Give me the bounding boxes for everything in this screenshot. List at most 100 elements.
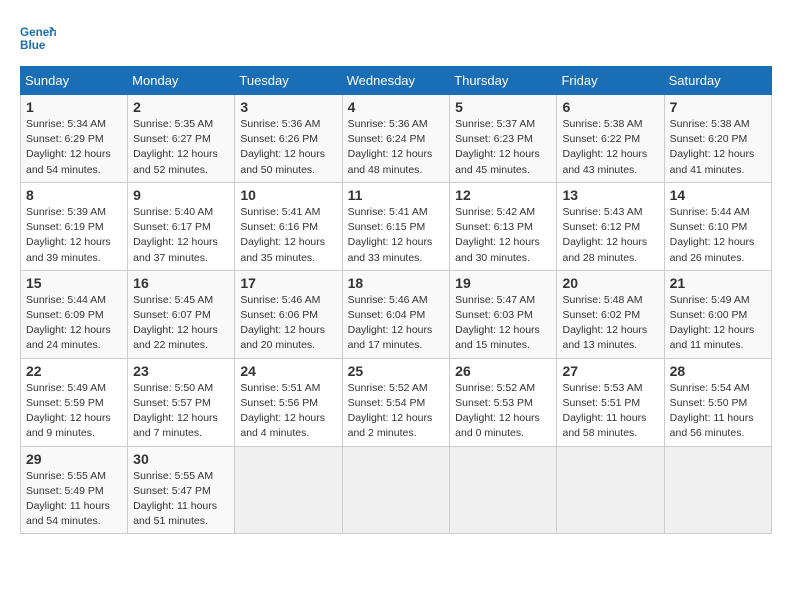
day-number: 6	[562, 99, 658, 115]
calendar-day-cell: 7 Sunrise: 5:38 AMSunset: 6:20 PMDayligh…	[664, 95, 771, 183]
day-info: Sunrise: 5:46 AMSunset: 6:04 PMDaylight:…	[348, 294, 433, 352]
day-number: 28	[670, 363, 766, 379]
day-info: Sunrise: 5:44 AMSunset: 6:09 PMDaylight:…	[26, 294, 111, 352]
calendar-day-cell: 5 Sunrise: 5:37 AMSunset: 6:23 PMDayligh…	[450, 95, 557, 183]
day-info: Sunrise: 5:44 AMSunset: 6:10 PMDaylight:…	[670, 206, 755, 264]
day-number: 15	[26, 275, 122, 291]
day-number: 11	[348, 187, 445, 203]
calendar-day-cell	[664, 446, 771, 534]
day-info: Sunrise: 5:38 AMSunset: 6:22 PMDaylight:…	[562, 118, 647, 176]
day-number: 17	[240, 275, 336, 291]
day-info: Sunrise: 5:39 AMSunset: 6:19 PMDaylight:…	[26, 206, 111, 264]
day-number: 18	[348, 275, 445, 291]
weekday-header: Thursday	[450, 67, 557, 95]
calendar-table: SundayMondayTuesdayWednesdayThursdayFrid…	[20, 66, 772, 534]
day-info: Sunrise: 5:48 AMSunset: 6:02 PMDaylight:…	[562, 294, 647, 352]
calendar-body: 1 Sunrise: 5:34 AMSunset: 6:29 PMDayligh…	[21, 95, 772, 534]
calendar-week-row: 8 Sunrise: 5:39 AMSunset: 6:19 PMDayligh…	[21, 182, 772, 270]
day-number: 24	[240, 363, 336, 379]
day-info: Sunrise: 5:45 AMSunset: 6:07 PMDaylight:…	[133, 294, 218, 352]
calendar-day-cell: 2 Sunrise: 5:35 AMSunset: 6:27 PMDayligh…	[128, 95, 235, 183]
day-info: Sunrise: 5:49 AMSunset: 5:59 PMDaylight:…	[26, 382, 111, 440]
day-info: Sunrise: 5:36 AMSunset: 6:24 PMDaylight:…	[348, 118, 433, 176]
day-number: 16	[133, 275, 229, 291]
calendar-day-cell: 25 Sunrise: 5:52 AMSunset: 5:54 PMDaylig…	[342, 358, 450, 446]
day-info: Sunrise: 5:54 AMSunset: 5:50 PMDaylight:…	[670, 382, 754, 440]
day-number: 21	[670, 275, 766, 291]
calendar-day-cell: 17 Sunrise: 5:46 AMSunset: 6:06 PMDaylig…	[235, 270, 342, 358]
day-info: Sunrise: 5:52 AMSunset: 5:54 PMDaylight:…	[348, 382, 433, 440]
calendar-day-cell: 1 Sunrise: 5:34 AMSunset: 6:29 PMDayligh…	[21, 95, 128, 183]
calendar-day-cell	[235, 446, 342, 534]
day-number: 30	[133, 451, 229, 467]
calendar-day-cell: 15 Sunrise: 5:44 AMSunset: 6:09 PMDaylig…	[21, 270, 128, 358]
weekday-header: Tuesday	[235, 67, 342, 95]
calendar-day-cell: 9 Sunrise: 5:40 AMSunset: 6:17 PMDayligh…	[128, 182, 235, 270]
calendar-week-row: 15 Sunrise: 5:44 AMSunset: 6:09 PMDaylig…	[21, 270, 772, 358]
day-number: 10	[240, 187, 336, 203]
calendar-day-cell: 26 Sunrise: 5:52 AMSunset: 5:53 PMDaylig…	[450, 358, 557, 446]
day-info: Sunrise: 5:35 AMSunset: 6:27 PMDaylight:…	[133, 118, 218, 176]
page-header: General Blue	[20, 20, 772, 56]
day-number: 25	[348, 363, 445, 379]
day-info: Sunrise: 5:38 AMSunset: 6:20 PMDaylight:…	[670, 118, 755, 176]
calendar-day-cell: 18 Sunrise: 5:46 AMSunset: 6:04 PMDaylig…	[342, 270, 450, 358]
day-info: Sunrise: 5:46 AMSunset: 6:06 PMDaylight:…	[240, 294, 325, 352]
calendar-day-cell: 22 Sunrise: 5:49 AMSunset: 5:59 PMDaylig…	[21, 358, 128, 446]
calendar-header-row: SundayMondayTuesdayWednesdayThursdayFrid…	[21, 67, 772, 95]
day-number: 2	[133, 99, 229, 115]
calendar-week-row: 22 Sunrise: 5:49 AMSunset: 5:59 PMDaylig…	[21, 358, 772, 446]
day-number: 26	[455, 363, 551, 379]
day-number: 3	[240, 99, 336, 115]
calendar-day-cell: 8 Sunrise: 5:39 AMSunset: 6:19 PMDayligh…	[21, 182, 128, 270]
day-number: 22	[26, 363, 122, 379]
day-number: 20	[562, 275, 658, 291]
weekday-header: Saturday	[664, 67, 771, 95]
day-number: 14	[670, 187, 766, 203]
calendar-day-cell: 23 Sunrise: 5:50 AMSunset: 5:57 PMDaylig…	[128, 358, 235, 446]
day-info: Sunrise: 5:50 AMSunset: 5:57 PMDaylight:…	[133, 382, 218, 440]
day-number: 8	[26, 187, 122, 203]
calendar-day-cell	[450, 446, 557, 534]
logo-icon: General Blue	[20, 20, 56, 56]
calendar-week-row: 1 Sunrise: 5:34 AMSunset: 6:29 PMDayligh…	[21, 95, 772, 183]
calendar-day-cell: 13 Sunrise: 5:43 AMSunset: 6:12 PMDaylig…	[557, 182, 664, 270]
calendar-day-cell: 19 Sunrise: 5:47 AMSunset: 6:03 PMDaylig…	[450, 270, 557, 358]
calendar-week-row: 29 Sunrise: 5:55 AMSunset: 5:49 PMDaylig…	[21, 446, 772, 534]
day-info: Sunrise: 5:47 AMSunset: 6:03 PMDaylight:…	[455, 294, 540, 352]
calendar-day-cell: 6 Sunrise: 5:38 AMSunset: 6:22 PMDayligh…	[557, 95, 664, 183]
calendar-day-cell: 16 Sunrise: 5:45 AMSunset: 6:07 PMDaylig…	[128, 270, 235, 358]
calendar-day-cell: 11 Sunrise: 5:41 AMSunset: 6:15 PMDaylig…	[342, 182, 450, 270]
calendar-day-cell: 28 Sunrise: 5:54 AMSunset: 5:50 PMDaylig…	[664, 358, 771, 446]
day-number: 4	[348, 99, 445, 115]
day-number: 29	[26, 451, 122, 467]
day-info: Sunrise: 5:55 AMSunset: 5:49 PMDaylight:…	[26, 470, 110, 528]
calendar-day-cell: 14 Sunrise: 5:44 AMSunset: 6:10 PMDaylig…	[664, 182, 771, 270]
logo: General Blue	[20, 20, 56, 56]
calendar-day-cell: 20 Sunrise: 5:48 AMSunset: 6:02 PMDaylig…	[557, 270, 664, 358]
calendar-day-cell: 30 Sunrise: 5:55 AMSunset: 5:47 PMDaylig…	[128, 446, 235, 534]
day-info: Sunrise: 5:52 AMSunset: 5:53 PMDaylight:…	[455, 382, 540, 440]
day-info: Sunrise: 5:49 AMSunset: 6:00 PMDaylight:…	[670, 294, 755, 352]
weekday-header: Wednesday	[342, 67, 450, 95]
weekday-header: Monday	[128, 67, 235, 95]
day-number: 23	[133, 363, 229, 379]
calendar-day-cell: 24 Sunrise: 5:51 AMSunset: 5:56 PMDaylig…	[235, 358, 342, 446]
calendar-day-cell: 3 Sunrise: 5:36 AMSunset: 6:26 PMDayligh…	[235, 95, 342, 183]
calendar-day-cell: 4 Sunrise: 5:36 AMSunset: 6:24 PMDayligh…	[342, 95, 450, 183]
day-number: 19	[455, 275, 551, 291]
day-info: Sunrise: 5:36 AMSunset: 6:26 PMDaylight:…	[240, 118, 325, 176]
day-info: Sunrise: 5:34 AMSunset: 6:29 PMDaylight:…	[26, 118, 111, 176]
day-number: 13	[562, 187, 658, 203]
day-info: Sunrise: 5:43 AMSunset: 6:12 PMDaylight:…	[562, 206, 647, 264]
calendar-day-cell: 27 Sunrise: 5:53 AMSunset: 5:51 PMDaylig…	[557, 358, 664, 446]
calendar-day-cell	[557, 446, 664, 534]
day-number: 1	[26, 99, 122, 115]
day-number: 5	[455, 99, 551, 115]
calendar-day-cell: 29 Sunrise: 5:55 AMSunset: 5:49 PMDaylig…	[21, 446, 128, 534]
calendar-day-cell: 21 Sunrise: 5:49 AMSunset: 6:00 PMDaylig…	[664, 270, 771, 358]
day-info: Sunrise: 5:53 AMSunset: 5:51 PMDaylight:…	[562, 382, 646, 440]
day-info: Sunrise: 5:40 AMSunset: 6:17 PMDaylight:…	[133, 206, 218, 264]
calendar-day-cell: 12 Sunrise: 5:42 AMSunset: 6:13 PMDaylig…	[450, 182, 557, 270]
day-info: Sunrise: 5:41 AMSunset: 6:15 PMDaylight:…	[348, 206, 433, 264]
